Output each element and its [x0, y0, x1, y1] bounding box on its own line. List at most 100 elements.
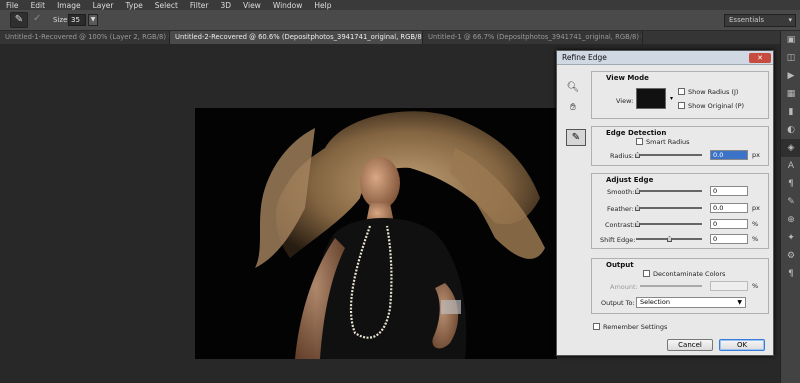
- menu-edit[interactable]: Edit: [25, 1, 52, 10]
- menu-3d[interactable]: 3D: [214, 1, 237, 10]
- brush-icon[interactable]: ✎: [781, 193, 800, 211]
- contrast-slider[interactable]: [635, 221, 702, 227]
- menu-select[interactable]: Select: [149, 1, 184, 10]
- feather-input[interactable]: 0.0: [710, 203, 748, 213]
- menu-image[interactable]: Image: [51, 1, 87, 10]
- amount-label: Amount:: [610, 283, 638, 291]
- adjust-edge-title: Adjust Edge: [606, 176, 654, 184]
- output-title: Output: [606, 261, 634, 269]
- radius-input[interactable]: 0.0: [710, 150, 748, 160]
- chevron-down-icon: ▼: [737, 299, 742, 306]
- smart-radius-label: Smart Radius: [646, 138, 690, 146]
- refine-radius-brush-icon[interactable]: ✎: [566, 129, 586, 146]
- character-icon[interactable]: A: [781, 157, 800, 175]
- size-input[interactable]: 35: [68, 14, 86, 26]
- woman-with-flowing-hair-photo: [195, 108, 557, 359]
- tab-untitled-1-recovered[interactable]: Untitled-1-Recovered @ 100% (Layer 2, RG…: [0, 31, 170, 44]
- history-icon[interactable]: ▣: [781, 31, 800, 49]
- edge-detection-group: Edge Detection Smart Radius Radius: 0.0 …: [591, 126, 769, 166]
- zoom-icon[interactable]: 🔍︎: [564, 81, 582, 95]
- tab-label: Untitled-2-Recovered @ 60.6% (Depositpho…: [175, 33, 423, 41]
- smooth-slider-thumb[interactable]: [635, 188, 640, 194]
- erase-refinement-icon[interactable]: ✓: [33, 13, 41, 24]
- workspace-label: Essentials: [729, 16, 765, 24]
- shift-edge-unit: %: [752, 235, 759, 243]
- menu-bar: File Edit Image Layer Type Select Filter…: [0, 0, 800, 10]
- histogram-icon[interactable]: ▮: [781, 103, 800, 121]
- output-to-value: Selection: [640, 298, 670, 306]
- shift-edge-input[interactable]: 0: [710, 234, 748, 244]
- adjustments-icon[interactable]: ◐: [781, 121, 800, 139]
- show-radius-label: Show Radius (J): [688, 88, 739, 96]
- info-icon[interactable]: ¶: [781, 265, 800, 283]
- amount-input: [710, 281, 748, 291]
- tab-untitled-2-recovered[interactable]: Untitled-2-Recovered @ 60.6% (Depositpho…: [170, 31, 423, 44]
- show-original-checkbox[interactable]: [678, 102, 685, 109]
- decontaminate-checkbox[interactable]: [643, 270, 650, 277]
- menu-window[interactable]: Window: [267, 1, 309, 10]
- menu-type[interactable]: Type: [120, 1, 149, 10]
- dialog-title: Refine Edge: [557, 51, 773, 65]
- close-icon[interactable]: ✕: [749, 53, 771, 63]
- amount-slider: [640, 285, 702, 287]
- shift-edge-slider-thumb[interactable]: [667, 236, 672, 242]
- clone-source-icon[interactable]: ⚙: [781, 247, 800, 265]
- dialog-tools: 🔍︎ ✋︎: [564, 81, 586, 121]
- radius-slider[interactable]: [635, 152, 702, 158]
- menu-file[interactable]: File: [0, 1, 25, 10]
- refine-brush-icon[interactable]: ✎: [10, 12, 28, 28]
- contrast-input[interactable]: 0: [710, 219, 748, 229]
- show-original-label: Show Original (P): [688, 102, 745, 110]
- smooth-label: Smooth:: [607, 188, 635, 196]
- properties-icon[interactable]: ◫: [781, 49, 800, 67]
- panel-icon-strip: ▣ ◫ ▶ ▦ ▮ ◐ ◈ A ¶ ✎ ⊕ ✦ ⚙ ¶: [780, 31, 800, 383]
- shift-edge-slider[interactable]: [636, 236, 702, 242]
- decontaminate-label: Decontaminate Colors: [653, 270, 726, 278]
- workspace-switcher[interactable]: Essentials ▾: [724, 14, 796, 27]
- smart-radius-checkbox[interactable]: [636, 138, 643, 145]
- radius-label: Radius:: [610, 152, 634, 160]
- remember-settings-checkbox[interactable]: [593, 323, 600, 330]
- contrast-label: Contrast:: [605, 221, 635, 229]
- feather-label: Feather:: [607, 205, 634, 213]
- feather-slider-thumb[interactable]: [635, 205, 640, 211]
- swatches-icon[interactable]: ▦: [781, 85, 800, 103]
- view-label: View:: [616, 97, 634, 105]
- paragraph-icon[interactable]: ¶: [781, 175, 800, 193]
- feather-slider[interactable]: [635, 205, 702, 211]
- radius-slider-thumb[interactable]: [635, 152, 640, 158]
- cancel-button[interactable]: Cancel: [667, 339, 713, 351]
- output-to-select[interactable]: Selection ▼: [636, 297, 746, 308]
- smooth-slider[interactable]: [635, 188, 702, 194]
- menu-filter[interactable]: Filter: [184, 1, 215, 10]
- smooth-input[interactable]: 0: [710, 186, 748, 196]
- tab-label: Untitled-1 @ 66.7% (Depositphotos_394174…: [428, 33, 643, 41]
- tab-untitled-1[interactable]: Untitled-1 @ 66.7% (Depositphotos_394174…: [423, 31, 643, 44]
- shift-edge-label: Shift Edge:: [600, 236, 636, 244]
- menu-help[interactable]: Help: [308, 1, 337, 10]
- document-tabs: Untitled-1-Recovered @ 100% (Layer 2, RG…: [0, 31, 780, 44]
- actions-icon[interactable]: ▶: [781, 67, 800, 85]
- contrast-slider-thumb[interactable]: [635, 221, 640, 227]
- refine-edge-dialog: Refine Edge ✕ 🔍︎ ✋︎ ✎ View Mode View: ▾ …: [556, 50, 774, 356]
- edge-detection-title: Edge Detection: [606, 129, 667, 137]
- ok-button[interactable]: OK: [719, 339, 765, 351]
- layers-icon[interactable]: ◈: [781, 139, 800, 157]
- hand-icon[interactable]: ✋︎: [564, 101, 582, 115]
- menu-layer[interactable]: Layer: [87, 1, 120, 10]
- paths-icon[interactable]: ✦: [781, 229, 800, 247]
- view-mode-picker[interactable]: ▾: [636, 88, 673, 109]
- menu-view[interactable]: View: [237, 1, 267, 10]
- view-mode-group: View Mode View: ▾ Show Radius (J) Show O…: [591, 71, 769, 119]
- chevron-down-icon: ▾: [669, 95, 673, 102]
- show-radius-checkbox[interactable]: [678, 88, 685, 95]
- tab-label: Untitled-1-Recovered @ 100% (Layer 2, RG…: [5, 33, 170, 41]
- contrast-unit: %: [752, 220, 759, 228]
- chevron-down-icon: ▾: [788, 16, 792, 24]
- radius-unit: px: [752, 151, 760, 159]
- channels-icon[interactable]: ⊕: [781, 211, 800, 229]
- options-bar: ✎ ✓ Size: 35 ▼ Essentials ▾: [0, 10, 800, 31]
- document-image[interactable]: [195, 108, 557, 359]
- feather-unit: px: [752, 204, 760, 212]
- size-dropdown-icon[interactable]: ▼: [88, 14, 98, 26]
